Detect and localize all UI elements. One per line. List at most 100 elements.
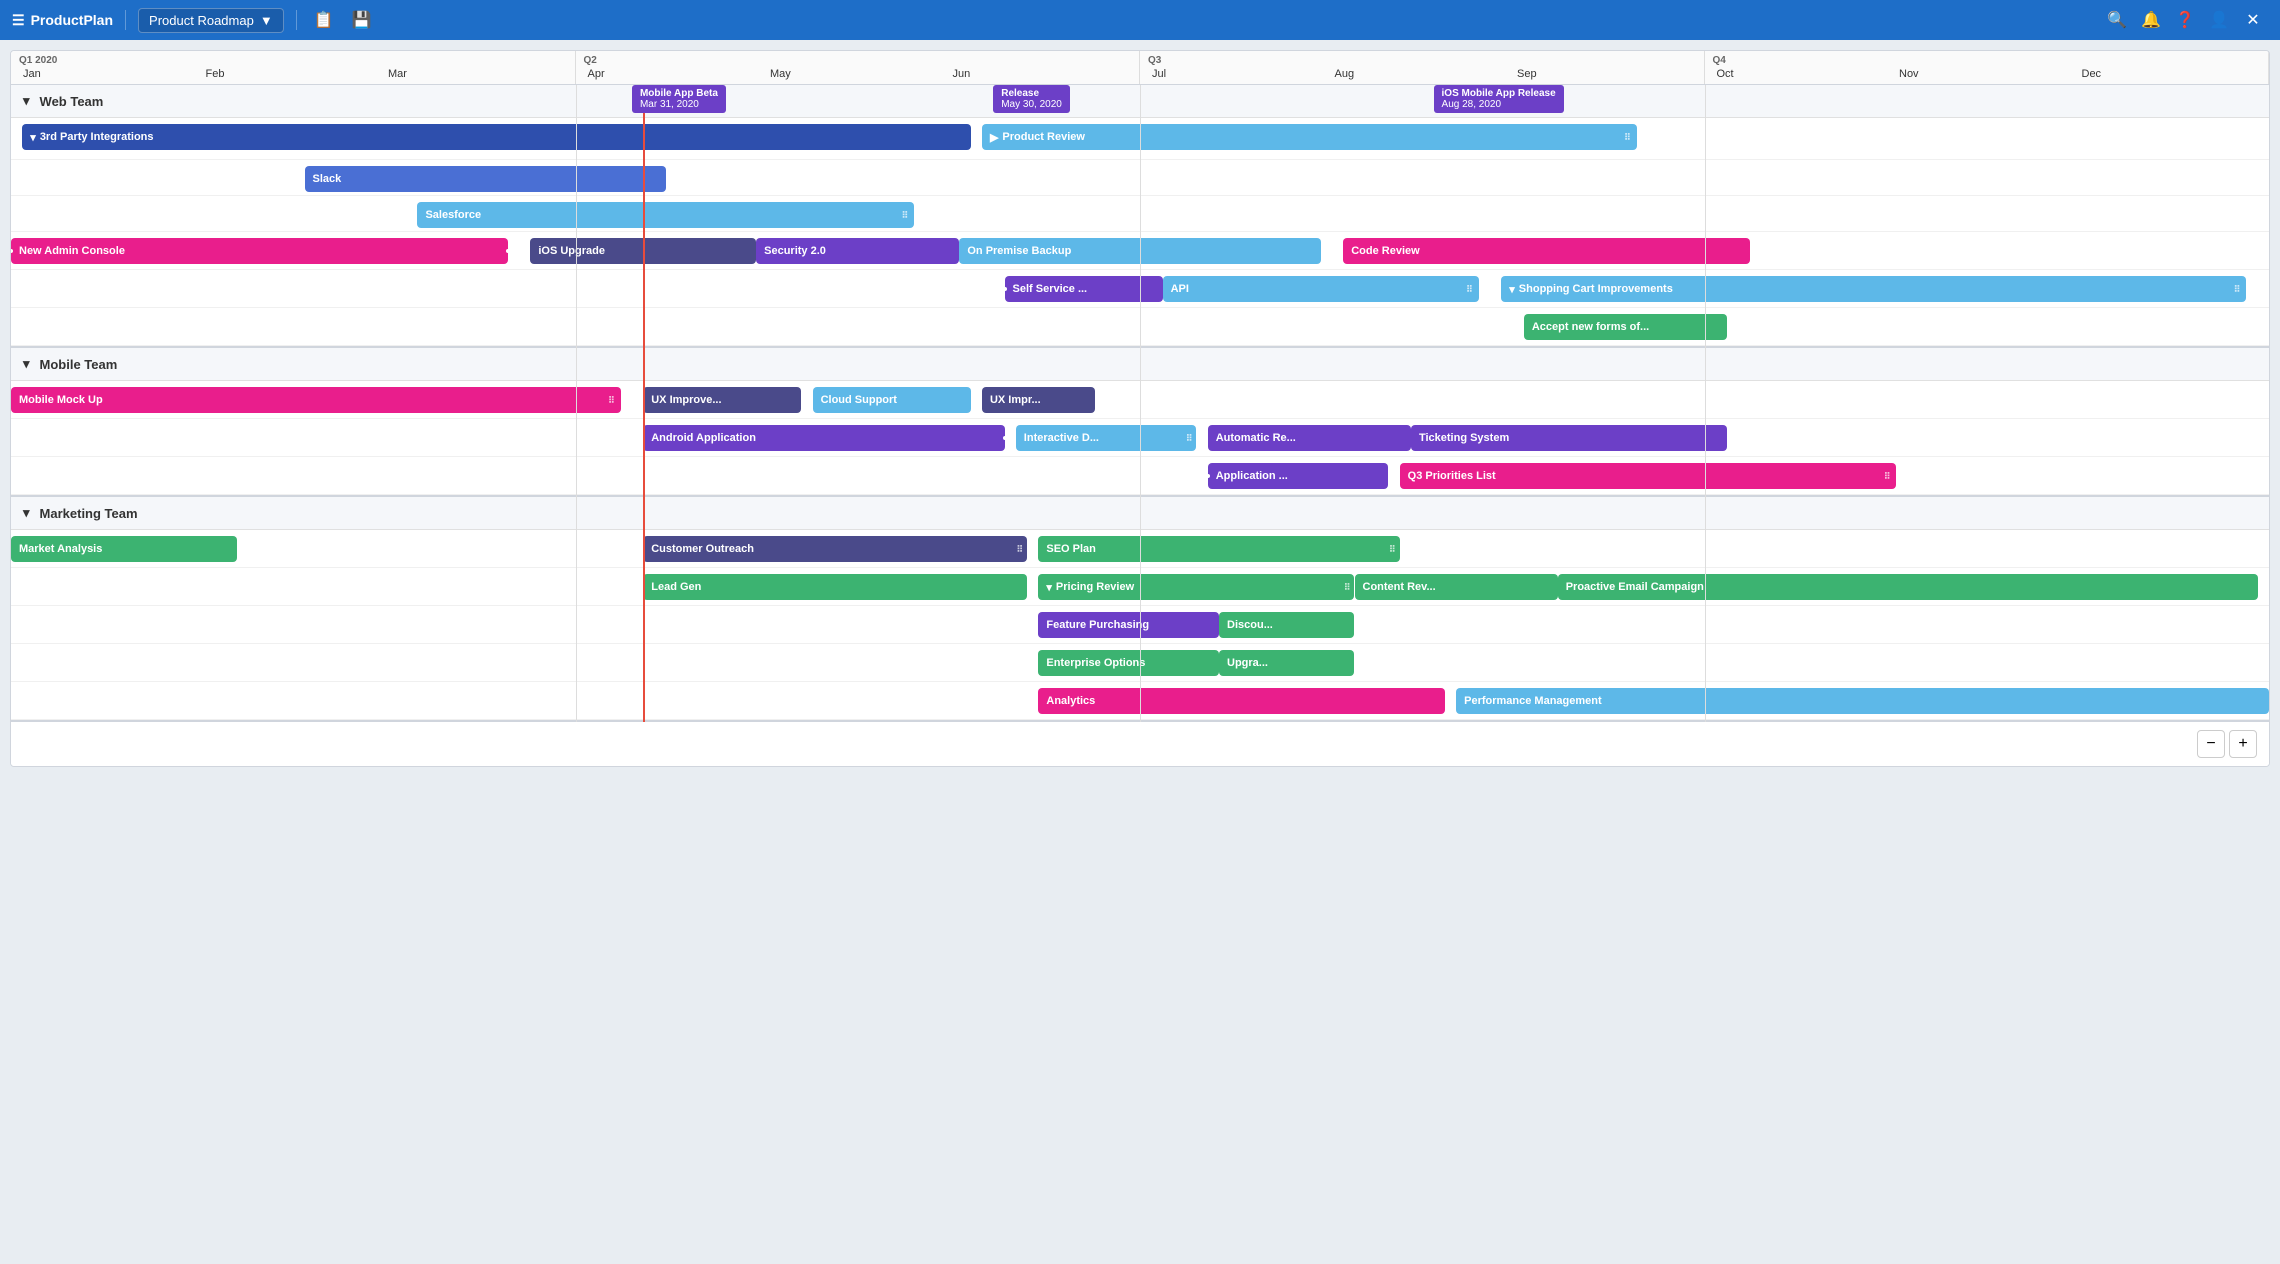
timeline-body: ReleaseMay 30, 2020 iOS Mobile App Relea… <box>11 85 2269 722</box>
copy-button[interactable]: 📋 <box>309 5 339 35</box>
notifications-button[interactable]: 🔔 <box>2136 5 2166 35</box>
bar-cloud-support[interactable]: Cloud Support <box>813 387 971 413</box>
bar-label: Lead Gen <box>651 581 701 593</box>
bar-label: Upgra... <box>1227 657 1268 669</box>
bar-ux-improve1[interactable]: UX Improve... <box>643 387 801 413</box>
bar-slack[interactable]: Slack <box>305 166 666 192</box>
bar-label: UX Impr... <box>990 394 1041 406</box>
search-button[interactable]: 🔍 <box>2102 5 2132 35</box>
bar-content-rev[interactable]: Content Rev... <box>1355 574 1558 600</box>
month-nov: Nov <box>1895 66 2078 84</box>
user-button[interactable]: 👤 <box>2204 5 2234 35</box>
bar-lead-gen[interactable]: Lead Gen <box>643 574 1027 600</box>
month-mar: Mar <box>384 66 567 84</box>
bar-label: Analytics <box>1046 695 1095 707</box>
bar-performance-mgmt[interactable]: Performance Management <box>1456 688 2269 714</box>
main-container: Q1 2020 Jan Feb Mar Q2 Apr May J <box>0 40 2280 1264</box>
bar-upgra[interactable]: Upgra... <box>1219 650 1354 676</box>
bar-security-2[interactable]: Security 2.0 <box>756 238 959 264</box>
bar-analytics[interactable]: Analytics <box>1038 688 1444 714</box>
timeline-header: Q1 2020 Jan Feb Mar Q2 Apr May J <box>11 51 2269 85</box>
month-may: May <box>766 66 949 84</box>
zoom-out-button[interactable]: − <box>2197 730 2225 758</box>
collapse-icon: ▾ <box>1046 581 1052 594</box>
zoom-controls: − + <box>11 722 2269 766</box>
bar-proactive-email[interactable]: Proactive Email Campaign <box>1558 574 2258 600</box>
bar-discou[interactable]: Discou... <box>1219 612 1354 638</box>
bar-code-review[interactable]: Code Review <box>1343 238 1749 264</box>
bar-label: Cloud Support <box>821 394 897 406</box>
mobile-team-chevron[interactable]: ▾ <box>23 356 30 372</box>
bar-seo-plan[interactable]: SEO Plan ⠿ <box>1038 536 1399 562</box>
bar-api[interactable]: API ⠿ <box>1163 276 1479 302</box>
bar-customer-outreach[interactable]: Customer Outreach ⠿ <box>643 536 1027 562</box>
bar-android-app[interactable]: Android Application <box>643 425 1004 451</box>
bar-label: Accept new forms of... <box>1532 321 1649 333</box>
bar-self-service[interactable]: Self Service ... <box>1005 276 1163 302</box>
bar-new-admin-console[interactable]: New Admin Console <box>11 238 508 264</box>
q2-line <box>576 85 577 722</box>
collapse-icon: ▾ <box>1509 283 1515 296</box>
handle-icon: ⠿ <box>1884 471 1891 482</box>
quarter-q4: Q4 Oct Nov Dec <box>1705 51 2270 84</box>
milestone-mobile-date: Mar 31, 2020 <box>640 99 699 110</box>
web-team-chevron[interactable]: ▾ <box>23 93 30 109</box>
plan-name: Product Roadmap <box>149 13 254 28</box>
bar-label: Customer Outreach <box>651 543 754 555</box>
q4-label: Q4 <box>1713 55 2261 66</box>
month-jul: Jul <box>1148 66 1331 84</box>
nav-right-actions: 🔍 🔔 ❓ 👤 ✕ <box>2102 5 2268 35</box>
milestone-release-date: May 30, 2020 <box>1001 99 1062 110</box>
bar-q3-priorities[interactable]: Q3 Priorities List ⠿ <box>1400 463 1897 489</box>
marketing-team-title: Marketing Team <box>40 506 138 521</box>
bar-salesforce[interactable]: Salesforce ⠿ <box>417 202 914 228</box>
milestone-release: ReleaseMay 30, 2020 <box>993 85 1070 113</box>
bar-3rd-party[interactable]: ▾ 3rd Party Integrations <box>22 124 970 150</box>
bar-mobile-mockup[interactable]: Mobile Mock Up ⠿ <box>11 387 621 413</box>
month-jan: Jan <box>19 66 202 84</box>
bar-label: SEO Plan <box>1046 543 1096 555</box>
bar-ticketing[interactable]: Ticketing System <box>1411 425 1727 451</box>
bar-label: Code Review <box>1351 245 1419 257</box>
zoom-in-button[interactable]: + <box>2229 730 2257 758</box>
bar-label: UX Improve... <box>651 394 721 406</box>
bar-application[interactable]: Application ... <box>1208 463 1389 489</box>
bar-label: iOS Upgrade <box>538 245 605 257</box>
bar-label: Pricing Review <box>1056 581 1134 593</box>
bar-market-analysis[interactable]: Market Analysis <box>11 536 237 562</box>
month-dec: Dec <box>2078 66 2261 84</box>
bar-label: New Admin Console <box>19 245 125 257</box>
bar-pricing-review[interactable]: ▾ Pricing Review ⠿ <box>1038 574 1354 600</box>
bar-ux-improve2[interactable]: UX Impr... <box>982 387 1095 413</box>
bar-accept-forms[interactable]: Accept new forms of... <box>1524 314 1727 340</box>
help-button[interactable]: ❓ <box>2170 5 2200 35</box>
quarter-q2: Q2 Apr May Jun <box>576 51 1141 84</box>
marketing-team-chevron[interactable]: ▾ <box>23 505 30 521</box>
month-apr: Apr <box>584 66 767 84</box>
roadmap-scroll[interactable]: Q1 2020 Jan Feb Mar Q2 Apr May J <box>11 51 2269 766</box>
bar-label: On Premise Backup <box>967 245 1071 257</box>
save-button[interactable]: 💾 <box>347 5 377 35</box>
bar-feature-purchasing[interactable]: Feature Purchasing <box>1038 612 1219 638</box>
app-logo: ☰ ProductPlan <box>12 12 113 29</box>
close-button[interactable]: ✕ <box>2238 5 2268 35</box>
quarter-q1: Q1 2020 Jan Feb Mar <box>11 51 576 84</box>
bar-automatic-re[interactable]: Automatic Re... <box>1208 425 1411 451</box>
bar-shopping-cart[interactable]: ▾ Shopping Cart Improvements ⠿ <box>1501 276 2246 302</box>
bar-interactive-de[interactable]: Interactive D... ⠿ <box>1016 425 1197 451</box>
bar-label: Automatic Re... <box>1216 432 1296 444</box>
web-team-title: Web Team <box>40 94 104 109</box>
handle-icon: ⠿ <box>1344 582 1351 593</box>
plan-selector[interactable]: Product Roadmap ▼ <box>138 8 284 33</box>
handle-icon: ⠿ <box>1017 544 1024 555</box>
roadmap-inner: Q1 2020 Jan Feb Mar Q2 Apr May J <box>11 51 2269 766</box>
roadmap-board: Q1 2020 Jan Feb Mar Q2 Apr May J <box>10 50 2270 767</box>
month-oct: Oct <box>1713 66 1896 84</box>
bar-enterprise-options[interactable]: Enterprise Options <box>1038 650 1219 676</box>
month-feb: Feb <box>202 66 385 84</box>
bar-ios-upgrade[interactable]: iOS Upgrade <box>530 238 756 264</box>
handle-icon: ⠿ <box>1624 132 1631 143</box>
bar-product-review[interactable]: ▶ Product Review ⠿ <box>982 124 1637 150</box>
dot-left <box>1208 472 1212 480</box>
month-sep: Sep <box>1513 66 1696 84</box>
